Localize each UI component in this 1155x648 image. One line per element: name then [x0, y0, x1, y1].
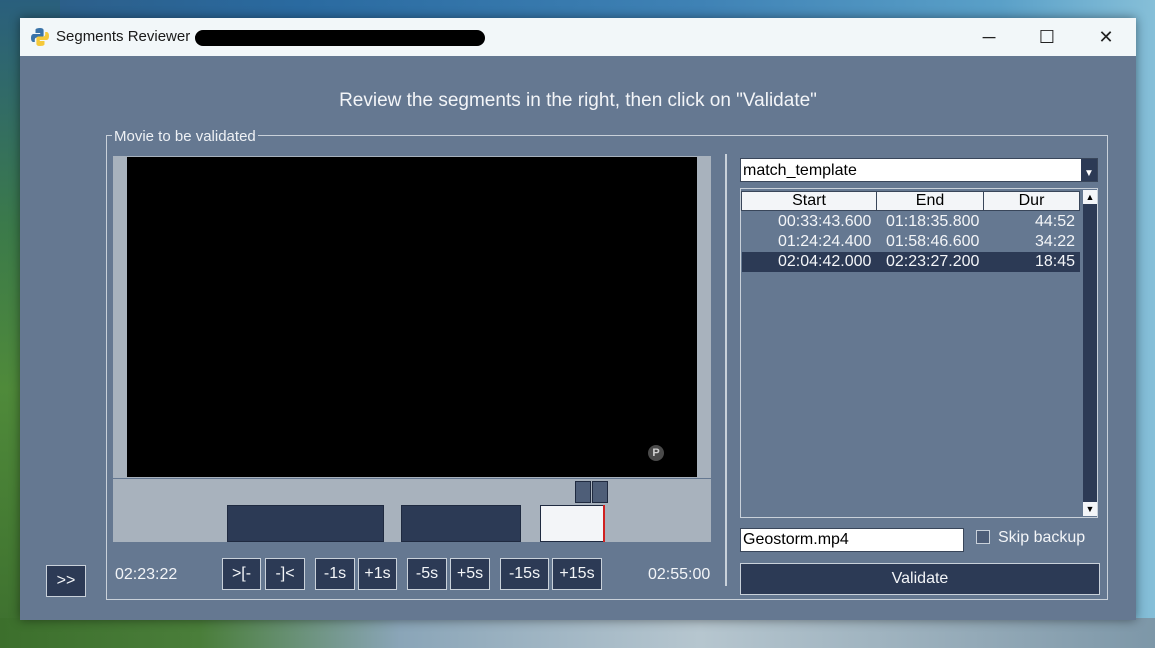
- plus-15s-button[interactable]: +15s: [552, 558, 602, 590]
- segment-row[interactable]: 01:24:24.400 01:58:46.600 34:22: [742, 232, 1080, 252]
- segment-end: 02:23:27.200: [886, 253, 980, 270]
- segment-end: 01:18:35.800: [886, 213, 980, 230]
- desktop-background-bottom: [0, 618, 1155, 648]
- segment-start: 01:24:24.400: [778, 233, 872, 250]
- redacted-filename: [195, 30, 485, 46]
- minus-5s-button[interactable]: -5s: [407, 558, 447, 590]
- timeline-segment[interactable]: [401, 505, 521, 542]
- segment-duration: 34:22: [1035, 233, 1076, 250]
- column-header-start[interactable]: Start: [741, 191, 877, 211]
- expand-button[interactable]: >>: [46, 565, 86, 597]
- close-button[interactable]: ✕: [1077, 18, 1135, 56]
- plus-1s-button[interactable]: +1s: [358, 558, 397, 590]
- segment-row-selected[interactable]: 02:04:42.000 02:23:27.200 18:45: [742, 252, 1080, 272]
- timeline-segment-selected[interactable]: [540, 505, 605, 542]
- instruction-text: Review the segments in the right, then c…: [339, 90, 817, 111]
- total-time: 02:55:00: [648, 566, 711, 583]
- segments-scrollbar[interactable]: ▲ ▼: [1083, 190, 1097, 516]
- movie-frame-legend: Movie to be validated: [112, 128, 258, 145]
- chevron-down-icon[interactable]: ▼: [1081, 159, 1097, 181]
- window-title: Segments Reviewer -: [56, 28, 200, 45]
- app-window: Segments Reviewer - ─ ☐ ✕ Review the seg…: [20, 18, 1136, 620]
- skip-backup-checkbox[interactable]: [976, 530, 990, 544]
- segment-start: 00:33:43.600: [778, 213, 872, 230]
- current-time: 02:23:22: [115, 566, 178, 583]
- segment-start-handle[interactable]: [575, 481, 591, 503]
- scroll-up-icon[interactable]: ▲: [1083, 190, 1097, 204]
- column-header-end[interactable]: End: [876, 191, 984, 211]
- playhead-marker: [603, 505, 605, 542]
- set-start-button[interactable]: >[-: [222, 558, 261, 590]
- plus-5s-button[interactable]: +5s: [450, 558, 490, 590]
- output-filename-input[interactable]: [740, 528, 964, 552]
- segments-timeline[interactable]: [113, 479, 711, 542]
- video-player[interactable]: [127, 157, 697, 477]
- scroll-down-icon[interactable]: ▼: [1083, 502, 1097, 516]
- detector-select-value: match_template: [743, 162, 857, 179]
- minus-15s-button[interactable]: -15s: [500, 558, 549, 590]
- detector-select[interactable]: match_template ▼: [740, 158, 1098, 182]
- segment-row[interactable]: 00:33:43.600 01:18:35.800 44:52: [742, 212, 1080, 232]
- segments-list[interactable]: Start End Dur 00:33:43.600 01:18:35.800 …: [740, 188, 1098, 518]
- validate-button[interactable]: Validate: [740, 563, 1100, 595]
- minus-1s-button[interactable]: -1s: [315, 558, 355, 590]
- column-header-dur[interactable]: Dur: [983, 191, 1080, 211]
- panel-separator: [725, 154, 727, 586]
- segment-end: 01:58:46.600: [886, 233, 980, 250]
- watermark-p-icon: P: [648, 445, 664, 461]
- title-bar[interactable]: Segments Reviewer - ─ ☐ ✕: [20, 18, 1136, 56]
- segment-start: 02:04:42.000: [778, 253, 872, 270]
- timeline-segment[interactable]: [227, 505, 384, 542]
- python-icon: [31, 28, 49, 46]
- skip-backup-label[interactable]: Skip backup: [998, 529, 1085, 547]
- minimize-button[interactable]: ─: [960, 18, 1018, 56]
- set-end-button[interactable]: -]<: [265, 558, 305, 590]
- maximize-button[interactable]: ☐: [1018, 18, 1076, 56]
- segment-end-handle[interactable]: [592, 481, 608, 503]
- segment-duration: 18:45: [1035, 253, 1076, 270]
- segment-duration: 44:52: [1035, 213, 1076, 230]
